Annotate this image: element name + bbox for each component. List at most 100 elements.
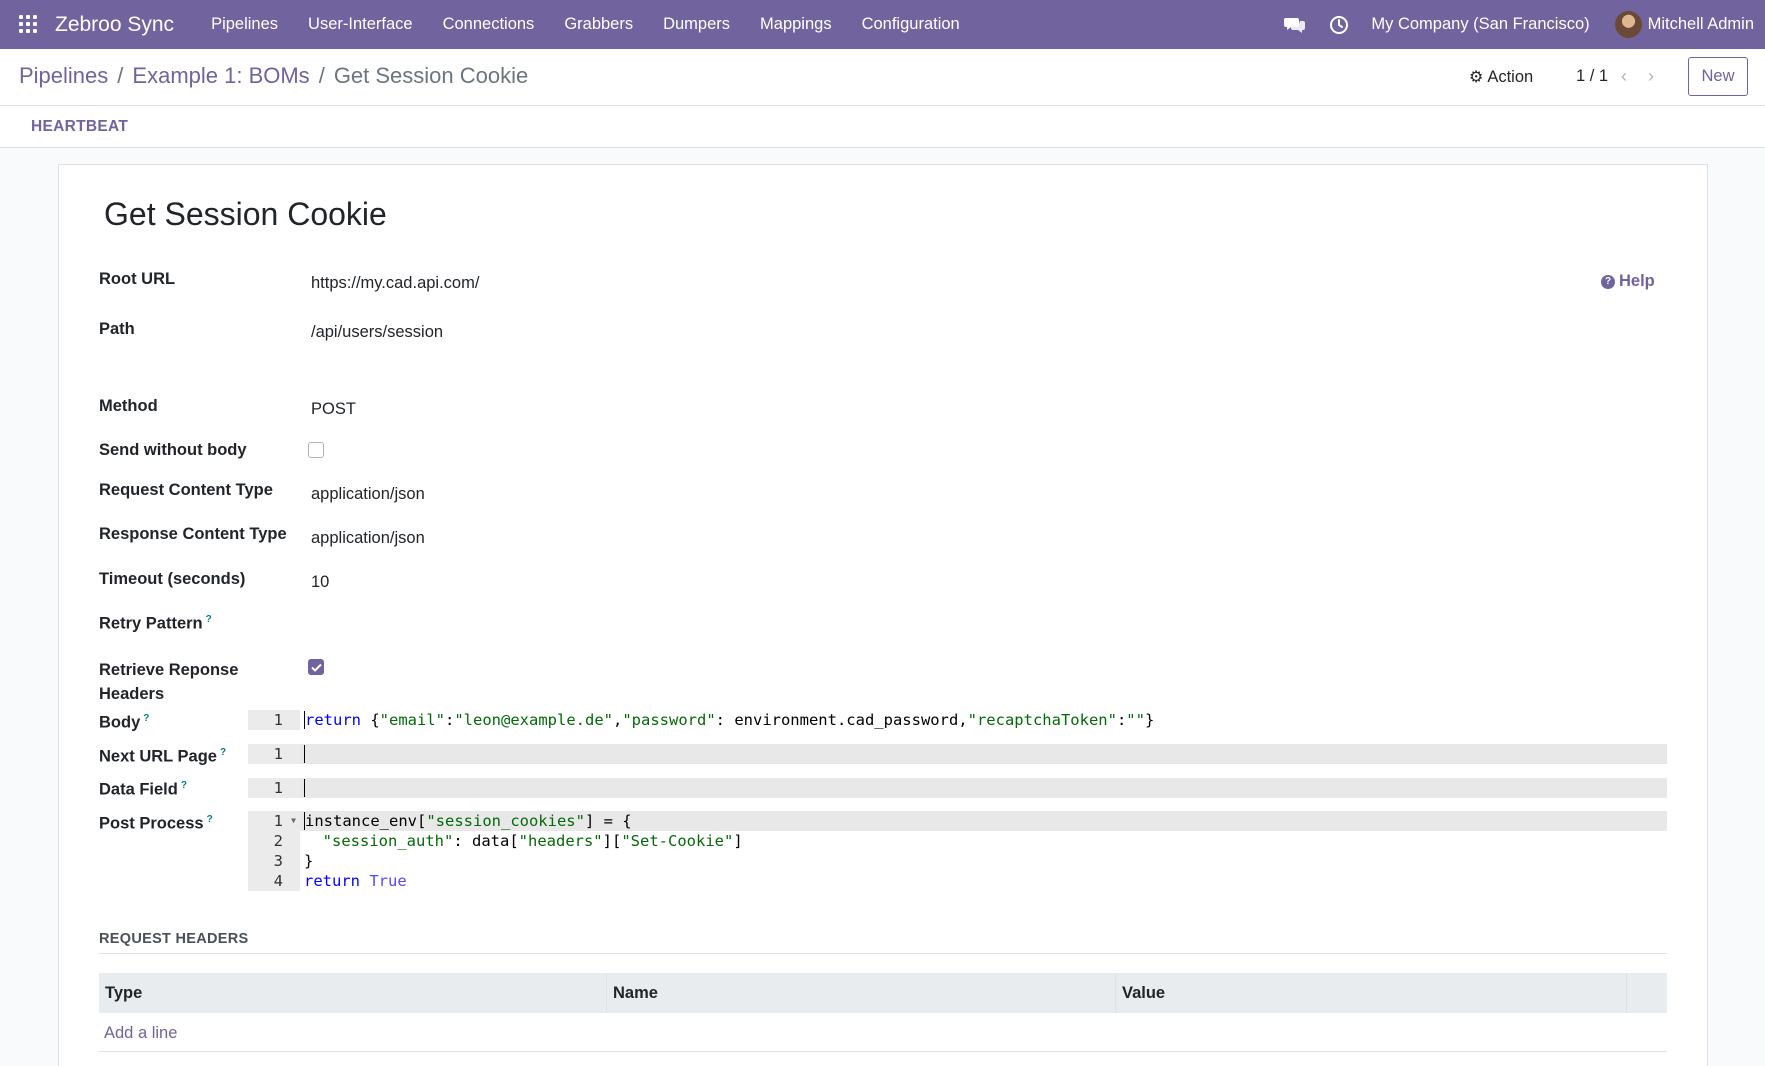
code-line [300,778,1667,798]
root-url-label: Root URL [99,270,176,288]
app-brand[interactable]: Zebroo Sync [55,13,174,37]
next-url-page-label-text: Next URL Page [99,747,217,766]
breadcrumb-separator: / [318,63,325,88]
method-field[interactable]: POST [311,400,356,419]
apps-grid-icon[interactable] [19,14,39,35]
breadcrumb: Pipelines / Example 1: BOMs / Get Sessio… [19,63,528,89]
request-headers-title: REQUEST HEADERS [99,931,249,947]
line-number: 1 ▼ [248,811,300,831]
code-line: instance_env["session_cookies"] = { [300,811,1667,831]
line-number: 2 [248,831,300,851]
section-divider [99,953,1667,954]
line-number: 3 [248,851,300,871]
chat-icon[interactable] [1283,13,1307,37]
column-header-type[interactable]: Type [99,973,607,1013]
send-without-body-label: Send without body [99,441,247,459]
menu-item-user-interface[interactable]: User-Interface [293,15,428,34]
code-line: return True [304,872,407,890]
checkmark-icon [310,663,322,672]
menu-item-dumpers[interactable]: Dumpers [648,15,745,34]
line-number: 1 [248,778,300,798]
add-line-link[interactable]: Add a line [104,1024,177,1043]
code-line: "session_auth": data["headers"]["Set-Coo… [322,832,743,850]
path-field[interactable]: /api/users/session [311,323,443,342]
next-url-page-code-editor[interactable]: 1 [248,744,1667,764]
line-number-value: 1 [273,812,283,830]
timeout-field[interactable]: 10 [311,573,329,592]
line-number: 4 [248,871,300,891]
table-bottom-border [99,1051,1667,1052]
main-menu: Pipelines User-Interface Connections Gra… [196,15,975,34]
question-circle-icon: ? [1601,274,1615,289]
response-content-type-field[interactable]: application/json [311,529,425,548]
user-menu[interactable]: Mitchell Admin [1614,11,1754,38]
method-label: Method [99,397,158,415]
help-tooltip-icon[interactable]: ? [207,814,213,825]
action-label: Action [1487,67,1534,86]
new-button[interactable]: New [1688,57,1748,96]
clock-icon[interactable] [1327,13,1351,37]
help-tooltip-icon[interactable]: ? [143,713,149,724]
response-content-type-label: Response Content Type [99,525,287,543]
heartbeat-button[interactable]: HEARTBEAT [31,118,128,136]
timeout-label: Timeout (seconds) [99,570,246,588]
request-content-type-label: Request Content Type [99,481,273,499]
menu-item-mappings[interactable]: Mappings [745,15,847,34]
column-header-name[interactable]: Name [607,973,1116,1013]
code-line: return {"email":"leon@example.de","passw… [304,711,1155,729]
request-content-type-field[interactable]: application/json [311,485,425,504]
menu-item-pipelines[interactable]: Pipelines [196,15,293,34]
data-field-label-text: Data Field [99,780,178,799]
help-label: Help [1619,272,1655,290]
help-link[interactable]: ? Help [1601,272,1655,291]
breadcrumb-example-boms[interactable]: Example 1: BOMs [132,63,309,89]
fold-arrow-icon[interactable]: ▼ [291,811,296,831]
root-url-field[interactable]: https://my.cad.api.com/ [311,274,479,293]
control-panel: Pipelines / Example 1: BOMs / Get Sessio… [0,49,1765,106]
send-without-body-checkbox[interactable] [308,442,324,458]
post-process-label: Post Process? [99,814,213,834]
retry-pattern-label: Retry Pattern? [99,614,212,634]
record-title[interactable]: Get Session Cookie [104,196,387,233]
retrieve-headers-label-line2: Headers [99,685,165,703]
chevron-right-icon[interactable]: › [1648,66,1654,87]
chevron-left-icon[interactable]: ‹ [1621,66,1627,87]
top-navbar: Zebroo Sync Pipelines User-Interface Con… [0,0,1765,49]
gear-icon: ⚙ [1469,69,1484,86]
help-tooltip-icon[interactable]: ? [220,747,226,758]
code-line: } [304,852,314,870]
breadcrumb-separator: / [117,63,124,88]
retrieve-headers-label-line1: Retrieve Reponse [99,661,239,679]
retrieve-headers-label: Retrieve Reponse Headers [99,658,238,706]
line-number: 1 [248,744,300,764]
data-field-label: Data Field? [99,780,187,800]
post-process-label-text: Post Process [99,814,204,833]
menu-item-configuration[interactable]: Configuration [847,15,975,34]
menu-item-grabbers[interactable]: Grabbers [549,15,648,34]
next-url-page-label: Next URL Page? [99,747,226,767]
help-tooltip-icon[interactable]: ? [181,780,187,791]
retry-pattern-label-text: Retry Pattern [99,614,203,633]
column-header-actions [1627,973,1667,1013]
body-label: Body? [99,713,149,733]
action-button[interactable]: ⚙ Action [1469,67,1533,87]
company-switcher[interactable]: My Company (San Francisco) [1371,15,1589,34]
navbar-systray: My Company (San Francisco) Mitchell Admi… [1283,0,1765,49]
body-code-editor[interactable]: 1 return {"email":"leon@example.de","pas… [248,710,1667,730]
pager-value[interactable]: 1 / 1 [1576,67,1608,86]
post-process-code-editor[interactable]: 1 ▼ instance_env["session_cookies"] = { 2… [248,811,1667,891]
user-name: Mitchell Admin [1647,15,1754,33]
breadcrumb-pipelines[interactable]: Pipelines [19,63,108,89]
retrieve-headers-checkbox[interactable] [308,659,324,675]
breadcrumb-current: Get Session Cookie [333,63,529,88]
help-tooltip-icon[interactable]: ? [206,614,212,625]
menu-item-connections[interactable]: Connections [428,15,550,34]
column-header-value[interactable]: Value [1116,973,1627,1013]
data-field-code-editor[interactable]: 1 [248,778,1667,798]
form-statusbar: HEARTBEAT [0,106,1765,148]
avatar [1614,11,1642,38]
body-label-text: Body [99,713,141,732]
path-label: Path [99,320,135,338]
form-sheet [58,164,1708,1066]
code-line [300,744,1667,764]
